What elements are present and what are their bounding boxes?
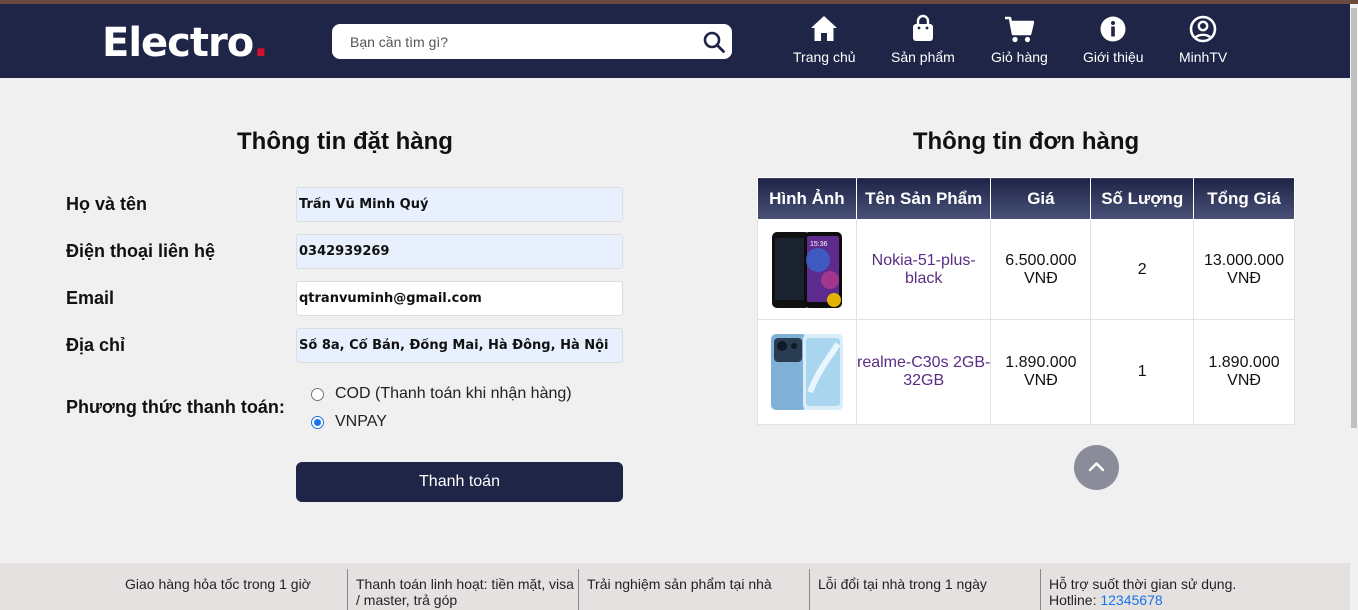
quantity-cell: 2	[1090, 219, 1195, 320]
nav-products-label: Sản phẩm	[891, 49, 955, 65]
total-cell: 13.000.000 VNĐ	[1193, 219, 1295, 320]
home-icon	[811, 16, 838, 41]
nav-about-label: Giới thiệu	[1083, 49, 1144, 65]
support-text: Hỗ trợ suốt thời gian sử dụng.	[1049, 576, 1237, 592]
price-cell: 1.890.000 VNĐ	[990, 319, 1092, 425]
hotline-link[interactable]: 12345678	[1100, 592, 1162, 608]
nav-cart[interactable]: Giỏ hàng	[991, 14, 1048, 65]
nav-cart-label: Giỏ hàng	[991, 49, 1048, 65]
checkout-button[interactable]: Thanh toán	[296, 462, 623, 502]
payment-method-label: Phương thức thanh toán:	[66, 397, 285, 417]
hotline-label: Hotline:	[1049, 592, 1097, 608]
product-name-cell[interactable]: realme-C30s 2GB-32GB	[855, 319, 992, 425]
col-total: Tổng Giá	[1193, 177, 1295, 220]
footer-features: Giao hàng hỏa tốc trong 1 giờ Thanh toán…	[0, 563, 1350, 610]
order-form-title: Thông tin đặt hàng	[237, 128, 453, 155]
nav-account-label: MinhTV	[1179, 49, 1228, 65]
table-row: realme-C30s 2GB-32GB 1.890.000 VNĐ 1 1.8…	[757, 319, 1295, 425]
feature-support: Hỗ trợ suốt thời gian sử dụng. Hotline: …	[1040, 569, 1270, 610]
feature-home-trial: Trải nghiệm sản phẩm tại nhà	[578, 569, 809, 610]
logo[interactable]: Electro.	[102, 20, 268, 66]
nav-home-label: Trang chủ	[793, 49, 856, 65]
page-scrollbar[interactable]	[1350, 4, 1358, 610]
scroll-to-top-button[interactable]	[1074, 445, 1119, 490]
site-header: Electro. Trang chủ Sản phẩm Giỏ hàng Giớ…	[0, 4, 1350, 78]
hotline: Hotline: 12345678	[1049, 592, 1270, 608]
col-image: Hình Ảnh	[757, 177, 857, 220]
col-quantity: Số Lượng	[1090, 177, 1195, 220]
nokia-phone-image: 15:36	[770, 230, 844, 310]
phone-field[interactable]	[296, 234, 623, 269]
feature-fast-delivery: Giao hàng hỏa tốc trong 1 giờ	[125, 576, 311, 592]
email-field[interactable]	[296, 281, 623, 316]
svg-text:15:36: 15:36	[810, 241, 828, 248]
name-label: Họ và tên	[66, 194, 148, 214]
search-bar	[332, 24, 732, 59]
chevron-up-icon	[1088, 462, 1105, 472]
cod-radio[interactable]	[311, 387, 324, 401]
vnpay-label: VNPAY	[335, 413, 387, 430]
nav-products[interactable]: Sản phẩm	[891, 14, 955, 65]
order-summary-title: Thông tin đơn hàng	[912, 128, 1140, 155]
shopping-bag-icon	[912, 14, 933, 41]
scrollbar-thumb[interactable]	[1351, 8, 1357, 428]
col-product-name: Tên Sản Phẩm	[855, 177, 992, 220]
address-field[interactable]	[296, 328, 623, 363]
feature-flexible-payment: Thanh toán linh hoạt: tiền mặt, visa / m…	[347, 569, 578, 610]
nav-about[interactable]: Giới thiệu	[1083, 14, 1144, 65]
cod-label: COD (Thanh toán khi nhận hàng)	[335, 385, 572, 402]
vnpay-radio[interactable]	[311, 415, 324, 429]
address-label: Địa chỉ	[66, 335, 126, 355]
user-circle-icon	[1189, 15, 1217, 43]
table-row: 15:36 Nokia-51-plus-black 6.500.000 VNĐ …	[757, 219, 1295, 320]
info-icon	[1100, 16, 1126, 42]
cart-icon	[1005, 16, 1035, 43]
payment-option-cod[interactable]: COD (Thanh toán khi nhận hàng)	[311, 385, 572, 403]
product-image-cell	[757, 319, 857, 425]
search-input[interactable]	[332, 24, 692, 59]
email-label: Email	[66, 288, 115, 308]
col-price: Giá	[990, 177, 1092, 220]
product-name-cell[interactable]: Nokia-51-plus-black	[855, 219, 992, 320]
phone-label: Điện thoại liên hệ	[66, 241, 216, 261]
nav-home[interactable]: Trang chủ	[793, 14, 856, 65]
table-header-row: Hình Ảnh Tên Sản Phẩm Giá Số Lượng Tổng …	[757, 177, 1295, 220]
name-field[interactable]	[296, 187, 623, 222]
feature-home-exchange: Lỗi đổi tại nhà trong 1 ngày	[809, 569, 1040, 610]
price-cell: 6.500.000 VNĐ	[990, 219, 1092, 320]
realme-phone-image	[770, 332, 844, 412]
search-icon[interactable]	[702, 30, 726, 54]
product-image-cell: 15:36	[757, 219, 857, 320]
payment-option-vnpay[interactable]: VNPAY	[311, 413, 387, 431]
nav-account[interactable]: MinhTV	[1179, 14, 1227, 65]
quantity-cell: 1	[1090, 319, 1195, 425]
order-table: Hình Ảnh Tên Sản Phẩm Giá Số Lượng Tổng …	[757, 177, 1295, 425]
total-cell: 1.890.000 VNĐ	[1193, 319, 1295, 425]
